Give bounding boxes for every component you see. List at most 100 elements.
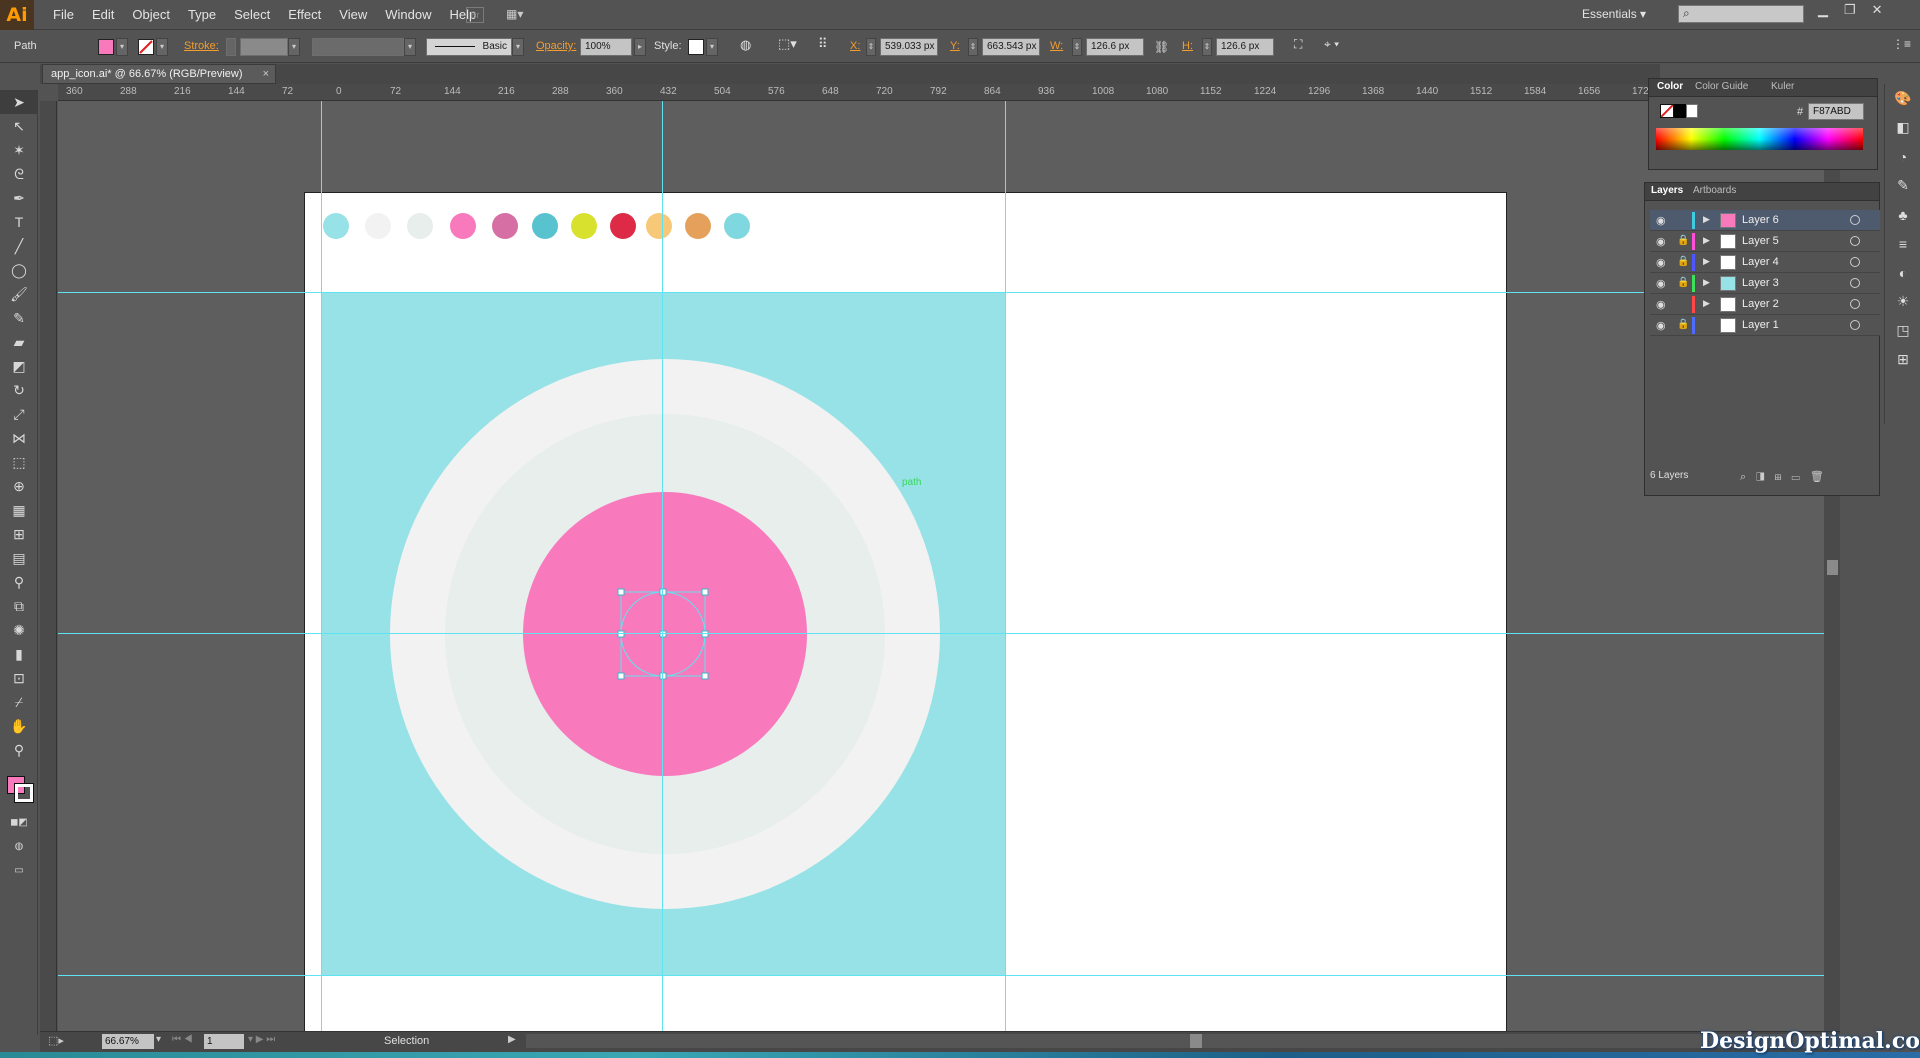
tab-color-guide[interactable]: Color Guide [1695, 81, 1748, 92]
visibility-eye-icon[interactable]: ◉ [1656, 277, 1666, 290]
palette-swatch[interactable] [685, 213, 711, 239]
layer-color-marker [1692, 317, 1695, 334]
lock-icon[interactable]: 🔒 [1677, 256, 1689, 267]
smart-guide-label: path [902, 477, 921, 488]
layer-thumbnail [1720, 297, 1736, 312]
layer-row[interactable]: ◉ 🔒 Layer 1 [1650, 315, 1880, 336]
palette-swatch[interactable] [724, 213, 750, 239]
visibility-eye-icon[interactable]: ◉ [1656, 256, 1666, 269]
panel-icon-dock: 🎨 ◧ ◔ ✎ ♣ ≡ ◐ ☀ ◳ ⊞ [1884, 84, 1920, 424]
palette-swatch[interactable] [646, 213, 672, 239]
layer-target-icon[interactable] [1850, 299, 1860, 309]
artwork-layer: path [323, 213, 940, 909]
color-spectrum-shade [1656, 128, 1863, 150]
visibility-eye-icon[interactable]: ◉ [1656, 298, 1666, 311]
layer-thumbnail [1720, 255, 1736, 270]
zoom-field[interactable]: 66.67% [102, 1034, 154, 1049]
gradient-icon[interactable]: ◧ [1885, 113, 1920, 142]
layer-actions-icons[interactable]: ⌕◨⊞▭🗑 [1740, 470, 1834, 484]
none-swatch[interactable] [1660, 104, 1674, 118]
palette-swatch[interactable] [323, 213, 349, 239]
current-tool-status: Selection [384, 1035, 430, 1047]
first-artboard-icon[interactable]: ⏮ ◀ [172, 1034, 193, 1045]
next-artboard-icon[interactable]: ▾ ▶ ⏭ [248, 1034, 275, 1045]
layer-color-marker [1692, 233, 1695, 250]
layer-row[interactable]: ◉ ▶ Layer 6 [1650, 210, 1880, 231]
layer-row[interactable]: ◉ 🔒 ▶ Layer 4 [1650, 252, 1880, 273]
tab-kuler[interactable]: Kuler [1771, 81, 1794, 92]
lock-icon[interactable]: 🔒 [1677, 235, 1689, 246]
palette-swatch[interactable] [365, 213, 391, 239]
lock-icon[interactable]: 🔒 [1677, 277, 1689, 288]
vertical-guide-center[interactable] [662, 101, 663, 1031]
appearance-icon[interactable]: ☀ [1885, 287, 1920, 316]
vertical-guide-left[interactable] [321, 101, 322, 1031]
tab-layers[interactable]: Layers [1651, 185, 1683, 196]
palette-swatch[interactable] [407, 213, 433, 239]
layer-color-marker [1692, 254, 1695, 271]
palette-swatch[interactable] [571, 213, 597, 239]
stroke-icon[interactable]: ≡ [1885, 229, 1920, 258]
lock-icon[interactable]: 🔒 [1677, 319, 1689, 330]
color-palette-swatches [323, 213, 750, 239]
visibility-eye-icon[interactable]: ◉ [1656, 214, 1666, 227]
hex-color-field[interactable]: F87ABD [1808, 103, 1864, 120]
visibility-eye-icon[interactable]: ◉ [1656, 235, 1666, 248]
status-menu-icon[interactable]: ▶ [508, 1034, 516, 1045]
horizontal-scrollbar[interactable] [526, 1034, 1846, 1048]
layer-thumbnail [1720, 213, 1736, 228]
horizontal-guide-bottom[interactable] [58, 975, 1824, 976]
vertical-scroll-thumb[interactable] [1827, 560, 1838, 575]
expand-layer-icon[interactable]: ▶ [1703, 256, 1710, 267]
expand-layer-icon[interactable]: ▶ [1703, 277, 1710, 288]
illustrator-window: Ai File Edit Object Type Select Effect View Win… [0, 0, 1920, 1058]
layer-color-marker [1692, 296, 1695, 313]
horizontal-guide-top[interactable] [58, 292, 1824, 293]
black-swatch[interactable] [1674, 104, 1686, 118]
expand-layer-icon[interactable]: ▶ [1703, 298, 1710, 309]
visibility-eye-icon[interactable]: ◉ [1656, 319, 1666, 332]
palette-swatch[interactable] [532, 213, 558, 239]
layer-target-icon[interactable] [1850, 278, 1860, 288]
transparency-icon[interactable]: ◐ [1885, 258, 1920, 287]
horizontal-guide-center[interactable] [58, 633, 1824, 634]
layer-color-marker [1692, 275, 1695, 292]
color-panel: Color Color Guide Kuler [1648, 78, 1878, 170]
layer-target-icon[interactable] [1850, 257, 1860, 267]
color-palette-icon[interactable]: 🎨 [1885, 84, 1920, 113]
tab-artboards[interactable]: Artboards [1693, 185, 1736, 196]
artboard-navigator-icon[interactable]: ⬚▸ [48, 1034, 64, 1047]
layer-name: Layer 1 [1742, 319, 1779, 331]
color-panel-tabs: Color Color Guide Kuler [1649, 79, 1877, 97]
horizontal-scroll-thumb[interactable] [1190, 1034, 1202, 1048]
symbols-icon[interactable]: ♣ [1885, 200, 1920, 229]
layer-name: Layer 4 [1742, 256, 1779, 268]
expand-layer-icon[interactable]: ▶ [1703, 235, 1710, 246]
graphic-styles-icon[interactable]: ◳ [1885, 316, 1920, 345]
palette-swatch[interactable] [492, 213, 518, 239]
watermark: DesignOptimal.com [1700, 1028, 1920, 1054]
layer-row[interactable]: ◉ ▶ Layer 2 [1650, 294, 1880, 315]
artboard-number-field[interactable]: 1 [204, 1034, 244, 1049]
tab-color[interactable]: Color [1657, 81, 1683, 92]
layer-row[interactable]: ◉ 🔒 ▶ Layer 3 [1650, 273, 1880, 294]
layer-target-icon[interactable] [1850, 215, 1860, 225]
layer-name: Layer 2 [1742, 298, 1779, 310]
layer-row[interactable]: ◉ 🔒 ▶ Layer 5 [1650, 231, 1880, 252]
layer-name: Layer 5 [1742, 235, 1779, 247]
vertical-guide-right[interactable] [1005, 101, 1006, 1031]
white-swatch[interactable] [1686, 104, 1698, 118]
layer-target-icon[interactable] [1850, 320, 1860, 330]
palette-swatch[interactable] [610, 213, 636, 239]
palette-swatch[interactable] [450, 213, 476, 239]
brushes-icon[interactable]: ✎ [1885, 171, 1920, 200]
zoom-dropdown-icon[interactable]: ▾ [156, 1034, 161, 1045]
align-icon[interactable]: ⊞ [1885, 345, 1920, 374]
color-guide-icon[interactable]: ◔ [1885, 142, 1920, 171]
os-taskbar [0, 1052, 1920, 1058]
layers-panel-tabs: Layers Artboards [1645, 183, 1879, 201]
expand-layer-icon[interactable]: ▶ [1703, 214, 1710, 225]
layer-thumbnail [1720, 276, 1736, 291]
layer-target-icon[interactable] [1850, 236, 1860, 246]
hex-prefix: # [1797, 106, 1804, 118]
